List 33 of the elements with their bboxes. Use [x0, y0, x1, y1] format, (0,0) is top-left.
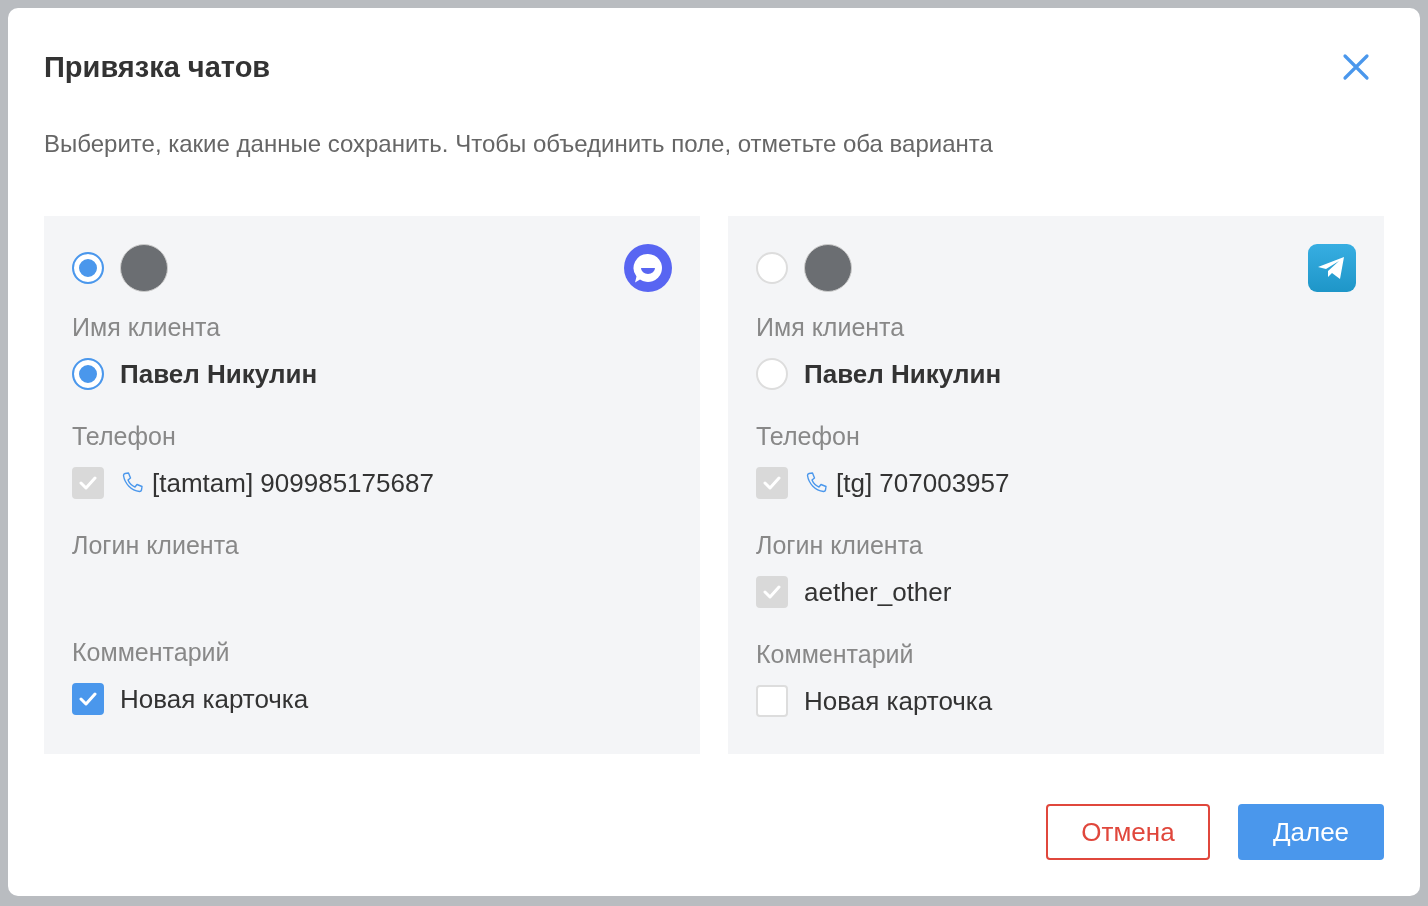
cancel-button[interactable]: Отмена — [1046, 804, 1210, 860]
client-name: Павел Никулин — [120, 358, 318, 390]
field-label: Имя клиента — [756, 312, 906, 343]
dialog-subtitle: Выберите, какие данные сохранить. Чтобы объединить поле, отметьте оба варианта — [44, 129, 994, 159]
radio-button[interactable] — [72, 252, 104, 284]
chat-bubble-icon — [624, 244, 672, 292]
check-icon — [79, 476, 97, 490]
field-label: Комментарий — [756, 639, 915, 670]
field-label: Комментарий — [72, 637, 231, 668]
field-label: Телефон — [72, 421, 177, 452]
dialog-title: Привязка чатов — [44, 50, 271, 84]
field-value: Новая карточка — [804, 685, 993, 717]
field-value: [tg] 707003957 — [836, 467, 1010, 499]
check-icon — [79, 692, 97, 706]
close-icon[interactable] — [1342, 53, 1370, 81]
field-value: Новая карточка — [120, 683, 309, 715]
radio-button[interactable] — [72, 358, 104, 390]
field-value: aether_other — [804, 576, 952, 608]
paper-plane-icon — [1308, 244, 1356, 292]
avatar — [804, 244, 852, 292]
field-label: Имя клиента — [72, 312, 222, 343]
checkbox[interactable] — [72, 683, 104, 715]
client-name: Павел Никулин — [804, 358, 1002, 390]
check-icon — [763, 476, 781, 490]
avatar — [120, 244, 168, 292]
field-label: Телефон — [756, 421, 861, 452]
field-label: Логин клиента — [756, 530, 924, 561]
phone-icon — [120, 471, 144, 495]
check-icon — [763, 585, 781, 599]
field-label: Логин клиента — [72, 530, 240, 561]
phone-icon — [804, 471, 828, 495]
next-button[interactable]: Далее — [1238, 804, 1384, 860]
field-value: [tamtam] 909985175687 — [152, 467, 434, 499]
